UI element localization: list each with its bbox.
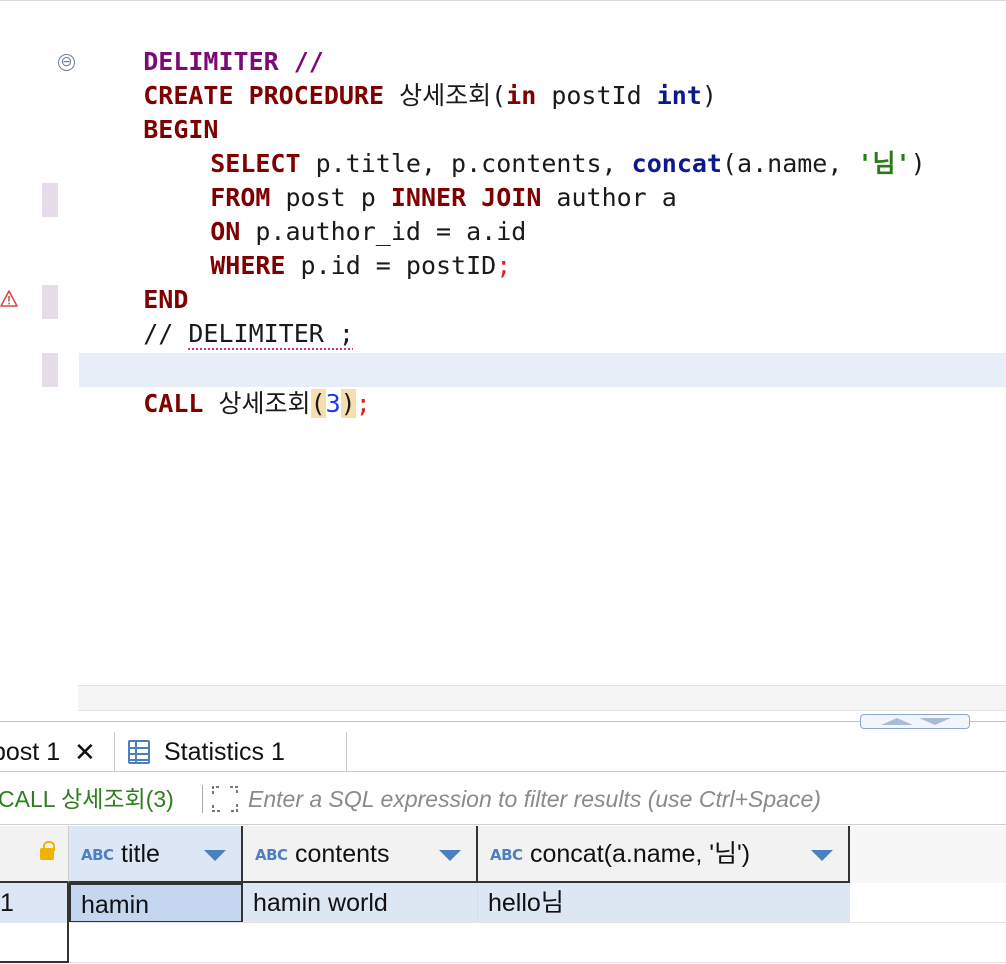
- expand-icon[interactable]: [210, 784, 240, 814]
- tab-statistics[interactable]: Statistics 1: [116, 732, 347, 772]
- comment-text: //: [143, 319, 189, 348]
- column-header-concat[interactable]: ABC concat(a.name, '님'): [478, 826, 850, 883]
- sort-down-icon[interactable]: [439, 850, 461, 861]
- procedure-name: 상세조회: [203, 389, 311, 418]
- splitter-handle[interactable]: [860, 714, 970, 729]
- sql-editor[interactable]: ⊖ DELIMITER // CREATE PROCEDURE 상세조회(in …: [0, 0, 1006, 712]
- row-divider: [69, 962, 1006, 963]
- warning-icon[interactable]: [0, 290, 18, 308]
- lock-icon: [40, 841, 55, 860]
- paren: ): [910, 149, 926, 178]
- tab-label: Statistics 1: [164, 738, 285, 766]
- code-line[interactable]: ON p.author_id = a.id: [150, 181, 526, 246]
- code-line[interactable]: BEGIN: [83, 79, 218, 144]
- table-cell[interactable]: hamin: [69, 883, 243, 923]
- change-marker: [42, 285, 58, 319]
- sort-down-icon[interactable]: [204, 850, 226, 861]
- maximize-up-icon[interactable]: [881, 718, 913, 725]
- code-line[interactable]: WHERE p.id = postID;: [150, 215, 511, 280]
- row-divider: [69, 922, 1006, 923]
- code-text: (a.name,: [721, 149, 858, 178]
- column-label: title: [121, 840, 160, 868]
- semicolon: ;: [355, 389, 371, 418]
- code-line[interactable]: CALL 상세조회(3);: [83, 353, 371, 418]
- horizontal-scrollbar[interactable]: [78, 685, 1006, 711]
- matched-paren: ): [340, 389, 356, 418]
- change-marker: [42, 353, 58, 387]
- header-filler: [850, 826, 1006, 883]
- column-label: contents: [295, 840, 390, 868]
- param-name: postId: [536, 81, 657, 110]
- table-icon: [128, 740, 150, 764]
- filter-input[interactable]: [248, 773, 988, 825]
- query-label: CALL 상세조회(3): [0, 786, 174, 812]
- column-header-title[interactable]: ABC title: [69, 826, 243, 883]
- sort-down-icon[interactable]: [811, 850, 833, 861]
- close-icon[interactable]: ✕: [74, 732, 96, 772]
- keyword: CALL: [143, 389, 204, 418]
- results-grid: ABC title ABC contents ABC concat(a.name…: [0, 826, 1006, 964]
- table-cell[interactable]: hamin world: [243, 883, 478, 923]
- tab-label: post 1: [0, 738, 61, 766]
- code-line[interactable]: DELIMITER //: [83, 11, 324, 76]
- code-text: p.id = postID: [285, 251, 497, 280]
- code-line[interactable]: // DELIMITER ;: [83, 283, 354, 348]
- code-line[interactable]: FROM post p INNER JOIN author a: [150, 147, 677, 212]
- tab-result[interactable]: post 1 ✕: [0, 732, 115, 772]
- text-type-icon: ABC: [255, 846, 288, 864]
- code-line[interactable]: SELECT p.title, p.contents, concat(a.nam…: [150, 113, 925, 178]
- fold-toggle-icon[interactable]: ⊖: [58, 54, 75, 71]
- filter-bar: CALL 상세조회(3): [0, 773, 1006, 825]
- table-cell[interactable]: hello님: [478, 883, 850, 923]
- semicolon: ;: [496, 251, 512, 280]
- code-text: author a: [541, 183, 677, 212]
- text-type-icon: ABC: [81, 846, 114, 864]
- change-marker: [42, 183, 58, 217]
- number-literal: 3: [325, 389, 341, 418]
- separator: [202, 785, 203, 813]
- procedure-name: 상세조회(: [384, 81, 507, 110]
- string-literal: '님': [857, 149, 911, 178]
- text-type-icon: ABC: [490, 846, 523, 864]
- column-header-contents[interactable]: ABC contents: [243, 826, 478, 883]
- matched-paren: (: [310, 389, 326, 418]
- result-tabs: post 1 ✕ Statistics 1: [0, 732, 1006, 772]
- keyword: in: [506, 81, 537, 110]
- row-number-header: [0, 826, 69, 883]
- row-number: [0, 923, 69, 963]
- code-line[interactable]: CREATE PROCEDURE 상세조회(in postId int): [83, 45, 717, 110]
- splitter-line: [0, 721, 1006, 722]
- restore-down-icon[interactable]: [919, 718, 951, 725]
- code-line[interactable]: END: [83, 249, 188, 314]
- type-keyword: int: [656, 81, 702, 110]
- keyword: WHERE: [210, 251, 286, 280]
- column-label: concat(a.name, '님'): [530, 840, 751, 868]
- panel-splitter[interactable]: [0, 712, 1006, 732]
- error-underlined-text: DELIMITER ;: [188, 319, 354, 348]
- paren: ): [701, 81, 717, 110]
- row-number[interactable]: 1: [0, 883, 69, 923]
